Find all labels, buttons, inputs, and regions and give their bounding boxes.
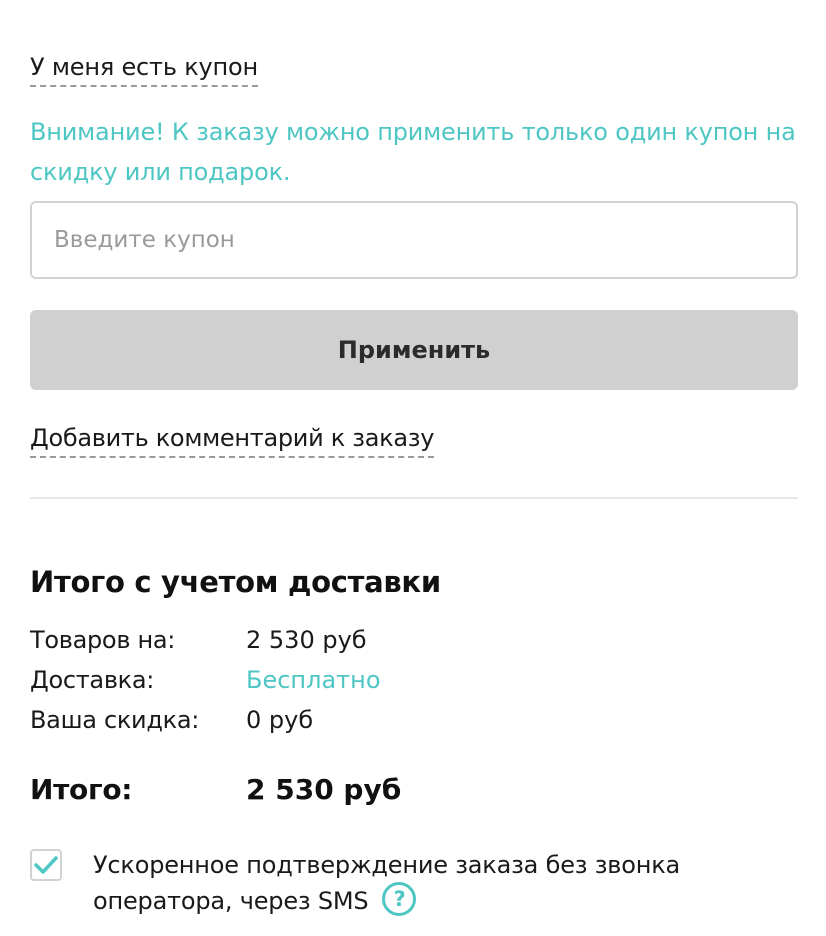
apply-coupon-button[interactable]: Применить: [30, 310, 798, 390]
sms-confirm-label: Ускоренное подтверждение заказа без звон…: [93, 847, 793, 919]
summary-row-label: Доставка:: [30, 666, 155, 694]
checkout-summary-panel: У меня есть купон Внимание! К заказу мож…: [0, 0, 826, 936]
total-value: 2 530 руб: [246, 773, 402, 806]
total-label: Итого:: [30, 773, 133, 806]
coupon-notice: Внимание! К заказу можно применить тольк…: [30, 118, 796, 186]
summary-row-value: 0 руб: [246, 706, 314, 734]
coupon-toggle-link[interactable]: У меня есть купон: [30, 50, 258, 87]
summary-total-row: Итого: 2 530 руб: [30, 768, 798, 812]
coupon-input[interactable]: [30, 201, 798, 279]
sms-confirm-checkbox[interactable]: [30, 849, 62, 881]
delivery-free-value: Бесплатно: [246, 666, 381, 694]
summary-row-items: Товаров на: 2 530 руб: [30, 622, 798, 658]
checkmark-icon: [34, 856, 58, 874]
add-comment-link[interactable]: Добавить комментарий к заказу: [30, 421, 434, 458]
section-divider: [30, 497, 798, 499]
summary-row-label: Товаров на:: [30, 626, 176, 654]
summary-title: Итого с учетом доставки: [30, 565, 441, 599]
summary-row-label: Ваша скидка:: [30, 706, 200, 734]
summary-row-delivery: Доставка: Бесплатно: [30, 662, 798, 698]
question-circle-icon[interactable]: ?: [382, 882, 417, 916]
summary-row-discount: Ваша скидка: 0 руб: [30, 702, 798, 738]
summary-row-value: 2 530 руб: [246, 626, 367, 654]
